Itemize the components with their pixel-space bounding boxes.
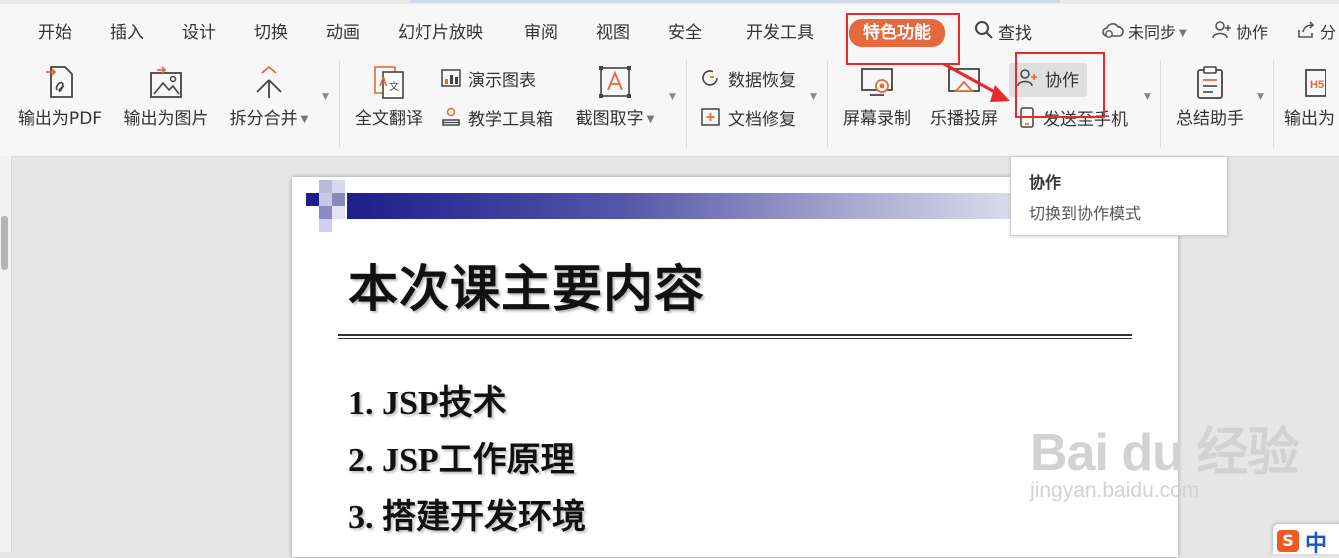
decor-square	[332, 180, 345, 193]
doc-repair-button[interactable]: 文档修复	[700, 107, 796, 134]
screen-record-icon	[838, 62, 916, 102]
tab-review[interactable]: 审阅	[524, 20, 558, 46]
screenshot-text-icon	[572, 62, 658, 102]
add-user-icon	[1212, 20, 1232, 47]
export-image-button[interactable]: 输出为图片	[120, 62, 212, 129]
repair-icon	[700, 107, 722, 134]
screen-record-button[interactable]: 屏幕录制	[838, 62, 916, 129]
sync-label: 未同步	[1128, 23, 1177, 42]
decor-square	[319, 180, 332, 193]
group-more-icon[interactable]: ▼	[669, 92, 676, 102]
sogou-logo-icon: S	[1277, 530, 1299, 552]
group-more-icon[interactable]: ▼	[810, 92, 817, 102]
export-pdf-button[interactable]: 输出为PDF	[14, 62, 106, 129]
h5-export-icon: H5	[1284, 62, 1339, 102]
doc-repair-label: 文档修复	[728, 110, 796, 130]
data-recovery-label: 数据恢复	[728, 71, 796, 91]
translate-button[interactable]: A文 全文翻译	[350, 62, 428, 129]
title-divider	[338, 334, 1132, 336]
tooltip-title: 协作	[1029, 173, 1062, 192]
summary-assistant-button[interactable]: 总结助手	[1172, 62, 1248, 129]
export-pdf-label: 输出为PDF	[17, 109, 103, 129]
tab-design[interactable]: 设计	[182, 20, 216, 46]
teaching-toolbox-button[interactable]: 教学工具箱	[440, 107, 553, 134]
divider	[339, 60, 340, 148]
tab-security[interactable]: 安全	[668, 20, 702, 46]
summary-assistant-label: 总结助手	[1176, 109, 1244, 129]
export-image-label: 输出为图片	[123, 109, 209, 129]
export-h5-label: 输出为	[1284, 109, 1335, 129]
divider	[827, 60, 828, 148]
watermark-brand: Bai du 经验	[1030, 424, 1299, 482]
baidu-jingyan-watermark: Bai du 经验 jingyan.baidu.com	[1030, 410, 1299, 503]
decor-square	[319, 219, 332, 232]
tooltip-description: 切换到协作模式	[1029, 204, 1142, 223]
pdf-export-icon	[14, 62, 106, 102]
slide-thumbnail-panel[interactable]	[0, 156, 12, 552]
demo-chart-button[interactable]: 演示图表	[440, 68, 536, 95]
svg-text:文: 文	[389, 80, 399, 93]
decor-square	[306, 193, 319, 206]
panel-scroll-thumb[interactable]	[1, 216, 8, 270]
cloud-sync-icon	[1102, 21, 1124, 47]
annotation-arrow-icon	[943, 62, 1010, 102]
annotation-box-tab	[846, 13, 960, 65]
decor-square	[319, 193, 332, 206]
tab-transition[interactable]: 切换	[254, 20, 288, 46]
bullet-item[interactable]: 3. 搭建开发环境	[348, 489, 586, 538]
ime-mode-label: 中	[1305, 532, 1328, 557]
ribbon: 开始 插入 设计 切换 动画 幻灯片放映 审阅 视图 安全 开发工具 特色功能 …	[0, 0, 1339, 157]
decor-square	[319, 206, 332, 219]
group-more-icon[interactable]: ▼	[1257, 92, 1264, 102]
search-icon	[974, 20, 994, 48]
share-icon	[1296, 20, 1316, 47]
svg-text:H5: H5	[1310, 79, 1324, 91]
translate-label: 全文翻译	[355, 109, 423, 129]
tab-home[interactable]: 开始	[38, 20, 72, 46]
svg-text:A: A	[379, 75, 388, 89]
group-more-icon[interactable]: ▼	[1144, 92, 1151, 102]
search-button[interactable]: 查找	[974, 20, 1032, 46]
split-merge-label: 拆分合并 ▼	[229, 109, 309, 129]
collab-tooltip: 协作 切换到协作模式	[1010, 156, 1228, 236]
bullet-item[interactable]: 1. JSP技术	[348, 375, 507, 424]
translate-icon: A文	[350, 62, 428, 102]
tab-slideshow[interactable]: 幻灯片放映	[398, 20, 483, 46]
image-export-icon	[120, 62, 212, 102]
tab-animation[interactable]: 动画	[326, 20, 360, 46]
divider	[1273, 60, 1274, 148]
screenshot-ocr-label: 截图取字 ▼	[575, 109, 655, 129]
slide-title[interactable]: 本次课主要内容	[348, 249, 705, 321]
split-merge-icon	[224, 62, 314, 102]
demo-chart-label: 演示图表	[468, 71, 536, 91]
chart-icon	[440, 68, 462, 95]
group-more-icon[interactable]: ▼	[322, 92, 329, 102]
tab-view[interactable]: 视图	[596, 20, 630, 46]
collab-menu-button[interactable]: 协作	[1212, 20, 1268, 46]
decor-square	[332, 193, 345, 206]
divider	[686, 60, 687, 148]
teacher-icon	[440, 107, 462, 134]
divider	[1160, 60, 1161, 148]
split-merge-button[interactable]: 拆分合并 ▼	[224, 62, 314, 129]
tab-developer[interactable]: 开发工具	[746, 20, 814, 46]
screen-record-label: 屏幕录制	[843, 109, 911, 129]
data-recovery-button[interactable]: 数据恢复	[700, 69, 796, 93]
bullet-item[interactable]: 2. JSP工作原理	[348, 432, 575, 481]
clipboard-icon	[1172, 62, 1248, 102]
decor-square	[332, 206, 345, 219]
window-top-strip	[0, 0, 1339, 4]
share-button[interactable]: 分	[1296, 20, 1336, 46]
teaching-toolbox-label: 教学工具箱	[468, 110, 553, 130]
share-label: 分	[1320, 23, 1337, 42]
export-h5-button[interactable]: H5 输出为	[1284, 62, 1339, 129]
recovery-icon	[700, 68, 722, 95]
title-divider	[338, 338, 1132, 339]
sync-status[interactable]: 未同步 ▼	[1102, 20, 1187, 46]
tab-insert[interactable]: 插入	[110, 20, 144, 46]
screenshot-ocr-button[interactable]: 截图取字 ▼	[572, 62, 658, 129]
collab-menu-label: 协作	[1236, 23, 1269, 42]
search-label: 查找	[998, 24, 1032, 44]
ime-status[interactable]: S 中	[1273, 524, 1339, 557]
